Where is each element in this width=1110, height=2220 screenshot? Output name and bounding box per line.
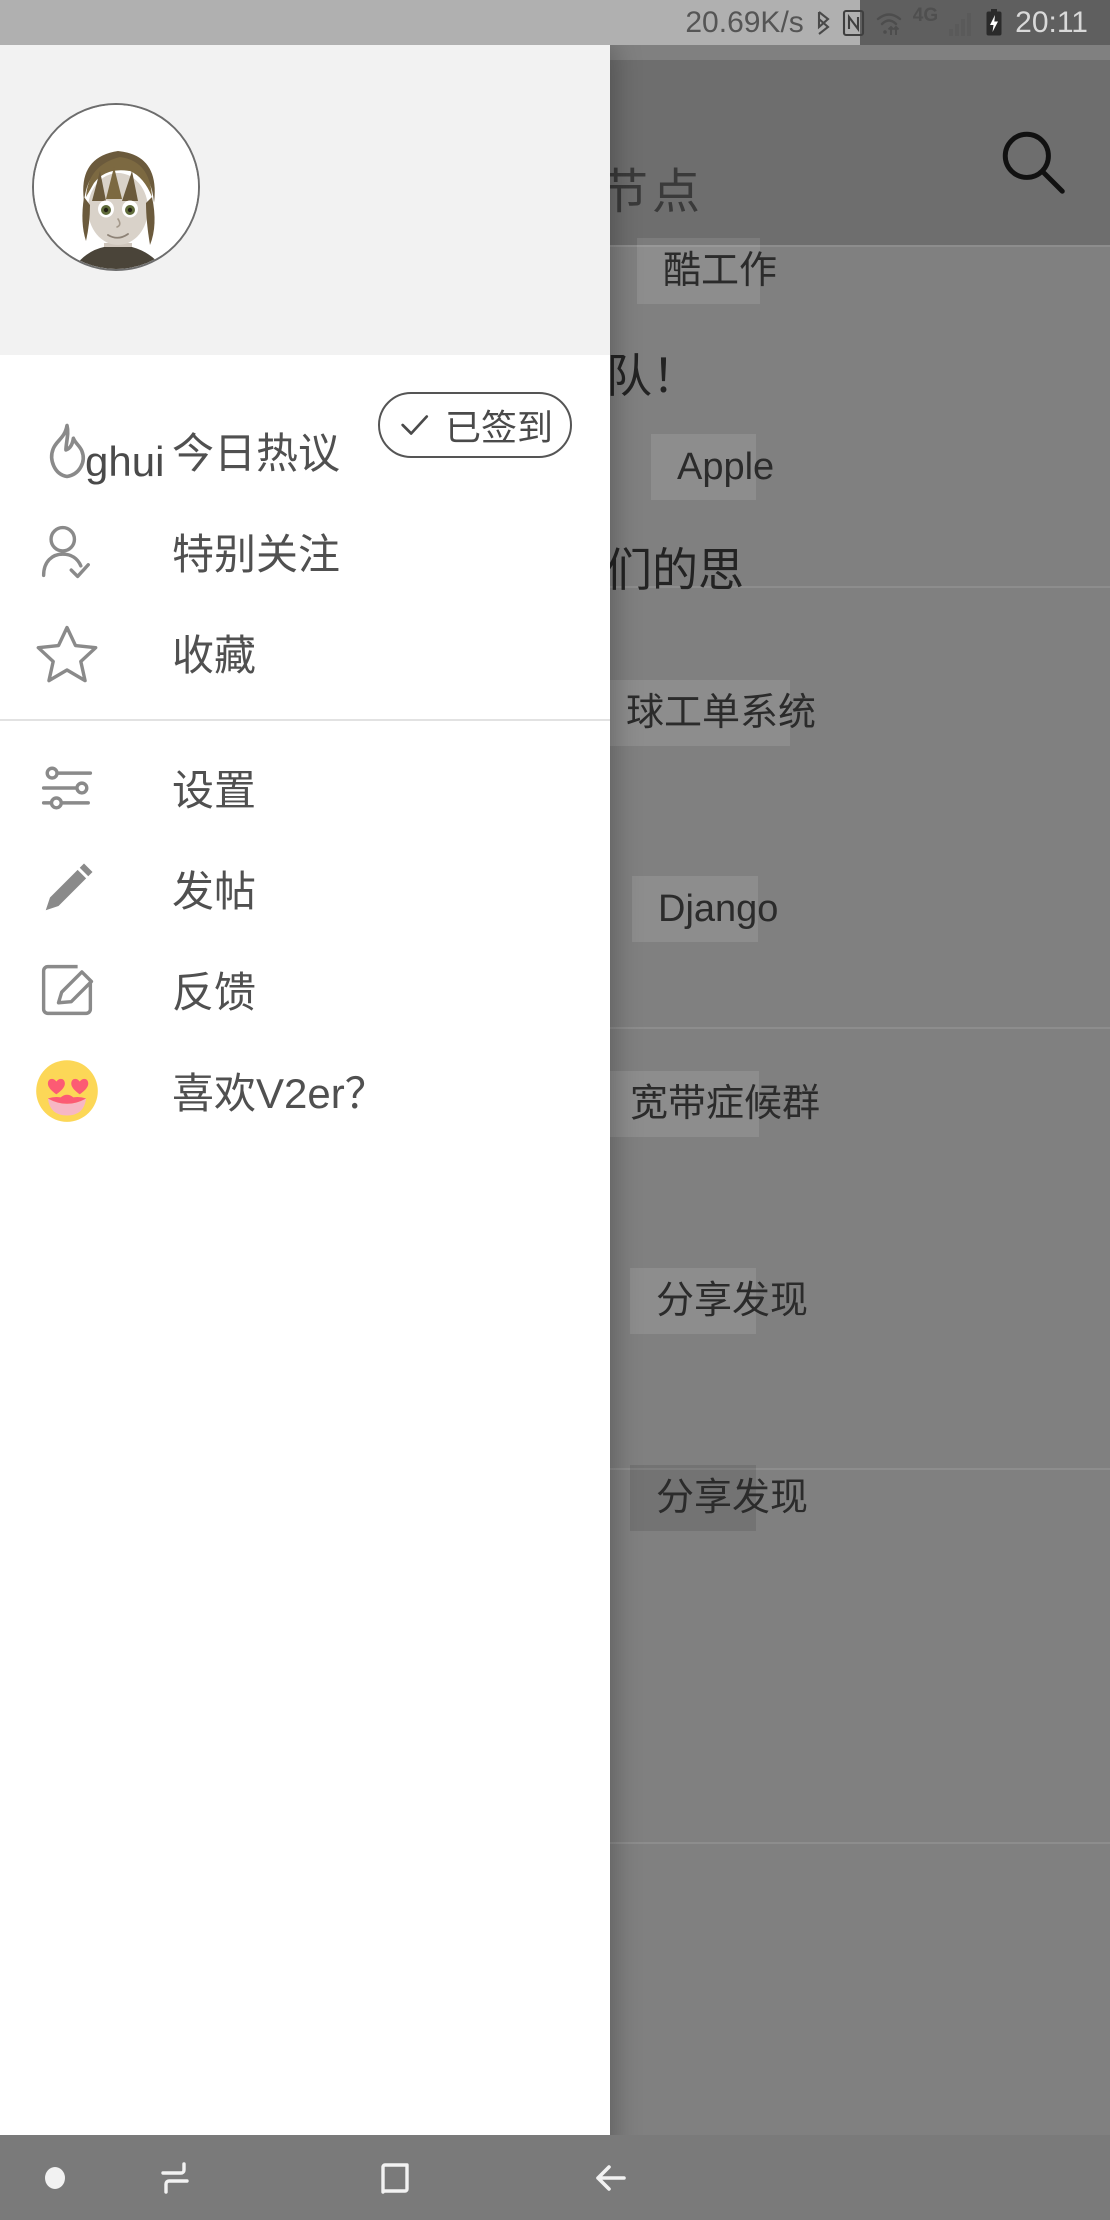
- menu-item-today-hot[interactable]: 今日热议: [0, 400, 610, 501]
- menu-item-label: 反馈: [172, 969, 257, 1016]
- menu-item-label: 喜欢V2er？: [172, 1070, 387, 1117]
- background-tag[interactable]: 分享发现: [630, 1465, 808, 1531]
- clock: 20:11: [1015, 5, 1088, 39]
- menu-item-settings[interactable]: 设置: [0, 737, 610, 838]
- signal-icon: [949, 12, 972, 36]
- menu-divider: [0, 719, 610, 721]
- menu-item-new-post[interactable]: 发帖: [0, 838, 610, 939]
- menu-item-label: 设置: [172, 767, 257, 814]
- user-check-icon: [28, 513, 106, 591]
- nav-home-button[interactable]: [340, 2135, 450, 2220]
- menu-item-label: 收藏: [172, 632, 257, 679]
- menu-item-label: 特别关注: [172, 531, 341, 578]
- menu-item-like-v2er[interactable]: 喜欢V2er？: [0, 1040, 610, 1141]
- menu-item-label: 今日热议: [172, 430, 341, 477]
- background-text-fragment: 队！: [606, 350, 698, 402]
- menu-item-feedback[interactable]: 反馈: [0, 939, 610, 1040]
- search-icon[interactable]: [996, 125, 1070, 199]
- nav-back-button[interactable]: [555, 2135, 665, 2220]
- menu-item-label: 发帖: [172, 868, 257, 915]
- menu-group-secondary: 设置 发帖 反馈 喜欢V2er？: [0, 737, 610, 1141]
- background-tag[interactable]: 分享发现: [630, 1268, 808, 1334]
- avatar[interactable]: [32, 103, 200, 271]
- phone-screen: 节点 酷工作 Apple 球工单系统 Django 宽带症候群 分享发现 分享发…: [0, 0, 1110, 2220]
- battery-charging-icon: [986, 8, 1002, 35]
- system-nav-bar: [0, 2135, 1110, 2220]
- back-arrow-icon: [596, 2164, 626, 2191]
- heart-eyes-emoji: [28, 1052, 106, 1130]
- network-speed: 20.69K/s: [685, 5, 804, 39]
- nfc-icon: [842, 9, 864, 36]
- star-icon: [28, 614, 106, 692]
- background-tag[interactable]: Apple: [651, 434, 774, 500]
- background-section-title: 节点: [600, 166, 705, 219]
- drawer-header: 已签到: [0, 45, 610, 458]
- background-tag[interactable]: 球工单系统: [600, 680, 816, 746]
- menu-item-favorites[interactable]: 收藏: [0, 602, 610, 703]
- bluetooth-icon: [817, 10, 830, 35]
- home-square-icon: [381, 2162, 409, 2194]
- network-type: 4G: [912, 5, 939, 26]
- navigation-drawer: 已签到 ghui 今日热议 特别关注 收藏 设置 发帖 反馈 喜欢V2er？: [0, 45, 610, 2160]
- recents-icon: [161, 2161, 189, 2194]
- flame-icon: [28, 412, 106, 490]
- status-bar: 20.69K/s 4G 20:11: [0, 0, 1110, 45]
- dot-icon: [45, 2166, 65, 2189]
- nav-dot-button[interactable]: [0, 2135, 110, 2220]
- menu-item-special-follow[interactable]: 特别关注: [0, 501, 610, 602]
- note-edit-icon: [28, 951, 106, 1029]
- background-tag[interactable]: 酷工作: [637, 238, 777, 304]
- sliders-icon: [28, 749, 106, 827]
- pencil-icon: [28, 850, 106, 928]
- drawer-menu: 今日热议 特别关注 收藏 设置 发帖 反馈 喜欢V2er？: [0, 400, 610, 1141]
- background-tag[interactable]: 宽带症候群: [604, 1071, 820, 1137]
- background-text-fragment: 们的思: [606, 544, 744, 596]
- background-tag[interactable]: Django: [632, 876, 778, 942]
- nav-recents-button[interactable]: [120, 2135, 230, 2220]
- menu-group-primary: 今日热议 特别关注 收藏: [0, 400, 610, 703]
- wifi-icon: [876, 12, 901, 35]
